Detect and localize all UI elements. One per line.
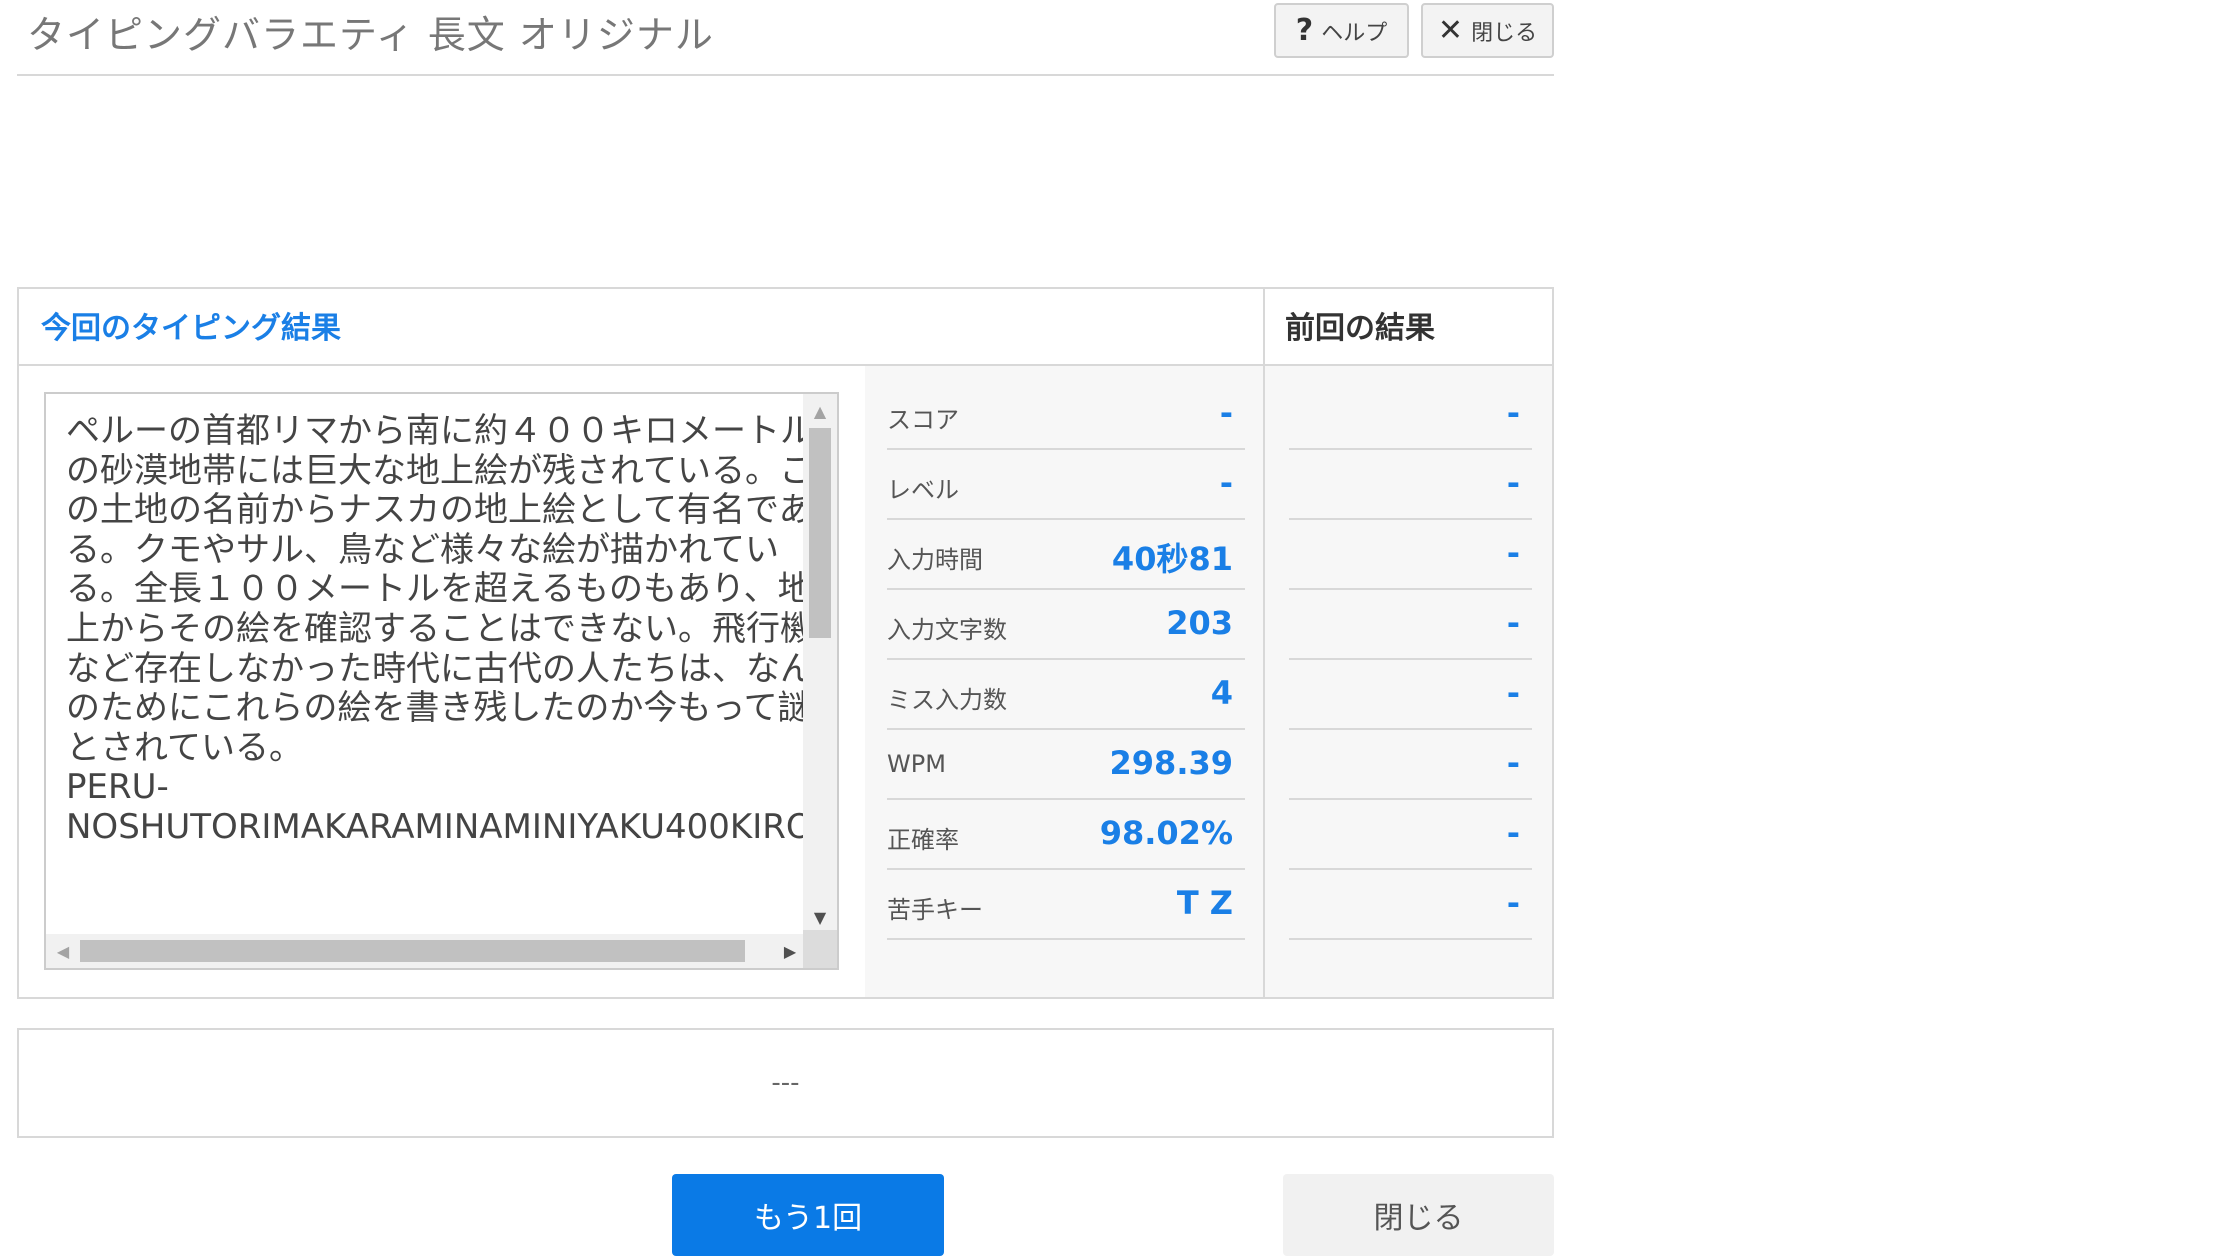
scroll-down-icon[interactable]: ▼ <box>803 900 837 934</box>
stat-label: スコア <box>887 406 959 434</box>
stat-value: 298.39 <box>1109 744 1233 782</box>
current-result-header: 今回のタイピング結果 <box>19 289 1263 366</box>
stat-row-accuracy: 正確率 98.02% <box>887 800 1245 870</box>
stat-value: 40秒81 <box>1111 540 1233 578</box>
prev-value: - <box>1506 744 1520 782</box>
previous-stats: - - - - - - - - <box>1263 366 1552 997</box>
stat-value: 203 <box>1166 604 1233 642</box>
prev-value: - <box>1506 464 1520 502</box>
stat-row-score: スコア - <box>887 380 1245 450</box>
stat-row-miss-count: ミス入力数 4 <box>887 660 1245 730</box>
stat-value: 4 <box>1210 674 1233 712</box>
typed-text-area: ペルーの首都リマから南に約４００キロメートル の砂漠地帯には巨大な地上絵が残され… <box>19 366 865 997</box>
prev-row-weak-keys: - <box>1289 870 1532 940</box>
prev-row-score: - <box>1289 380 1532 450</box>
scroll-right-icon[interactable]: ▶ <box>773 934 807 968</box>
prev-value: - <box>1506 394 1520 432</box>
close-icon: ✕ <box>1437 13 1464 48</box>
prev-row-miss-count: - <box>1289 660 1532 730</box>
help-button[interactable]: ? ヘルプ <box>1274 3 1409 58</box>
stat-label: 入力文字数 <box>887 616 1007 644</box>
header-bar: タイピングバラエティ 長文 オリジナル ? ヘルプ ✕ 閉じる <box>17 0 1554 76</box>
previous-result-header: 前回の結果 <box>1263 289 1552 366</box>
current-result-title: 今回のタイピング結果 <box>41 311 341 346</box>
question-icon: ? <box>1295 13 1314 48</box>
prev-value: - <box>1506 534 1520 572</box>
stat-row-weak-keys: 苦手キー T Z <box>887 870 1245 940</box>
previous-result-title: 前回の結果 <box>1285 311 1435 346</box>
close-button-top-label: 閉じる <box>1471 20 1538 46</box>
typed-text-box[interactable]: ペルーの首都リマから南に約４００キロメートル の砂漠地帯には巨大な地上絵が残され… <box>44 392 839 970</box>
vertical-scroll-thumb[interactable] <box>809 428 831 638</box>
stat-row-input-time: 入力時間 40秒81 <box>887 520 1245 590</box>
scroll-left-icon[interactable]: ◀ <box>46 934 80 968</box>
prev-value: - <box>1506 884 1520 922</box>
help-button-label: ヘルプ <box>1321 20 1388 46</box>
prev-value: - <box>1506 674 1520 712</box>
scrollbar-corner <box>803 930 837 968</box>
current-stats: スコア - レベル - 入力時間 40秒81 入力文字数 203 ミス入力数 4… <box>865 366 1263 997</box>
close-button-bottom[interactable]: 閉じる <box>1283 1174 1554 1256</box>
horizontal-scroll-thumb[interactable] <box>80 940 745 962</box>
prev-row-wpm: - <box>1289 730 1532 800</box>
prev-value: - <box>1506 814 1520 852</box>
vertical-scrollbar[interactable]: ▲ ▼ <box>803 394 837 934</box>
stat-value: T Z <box>1176 884 1233 922</box>
close-button-top[interactable]: ✕ 閉じる <box>1421 3 1554 58</box>
result-panel: 今回のタイピング結果 前回の結果 ペルーの首都リマから南に約４００キロメートル … <box>17 287 1554 999</box>
stat-label: レベル <box>887 476 959 504</box>
stat-label: 苦手キー <box>887 896 983 924</box>
retry-button[interactable]: もう1回 <box>672 1174 944 1256</box>
stat-row-level: レベル - <box>887 450 1245 520</box>
prev-value: - <box>1506 604 1520 642</box>
stat-value: - <box>1219 394 1233 432</box>
prev-row-level: - <box>1289 450 1532 520</box>
stat-value: - <box>1219 464 1233 502</box>
typing-result-page: タイピングバラエティ 長文 オリジナル ? ヘルプ ✕ 閉じる 今回のタイピング… <box>0 0 2240 1260</box>
stat-label: WPM <box>887 750 946 778</box>
stat-label: ミス入力数 <box>887 686 1007 714</box>
prev-row-char-count: - <box>1289 590 1532 660</box>
stat-label: 正確率 <box>887 826 959 854</box>
prev-row-accuracy: - <box>1289 800 1532 870</box>
horizontal-scrollbar[interactable]: ◀ ▶ <box>46 934 807 968</box>
stat-label: 入力時間 <box>887 546 983 574</box>
prev-row-input-time: - <box>1289 520 1532 590</box>
message-text: --- <box>771 1068 800 1098</box>
stat-row-char-count: 入力文字数 203 <box>887 590 1245 660</box>
stat-value: 98.02% <box>1099 814 1233 852</box>
scroll-up-icon[interactable]: ▲ <box>803 394 837 428</box>
stat-row-wpm: WPM 298.39 <box>887 730 1245 800</box>
message-box: --- <box>17 1028 1554 1138</box>
typed-text: ペルーの首都リマから南に約４００キロメートル の砂漠地帯には巨大な地上絵が残され… <box>66 411 839 847</box>
app-title: タイピングバラエティ 長文 オリジナル <box>27 13 714 57</box>
